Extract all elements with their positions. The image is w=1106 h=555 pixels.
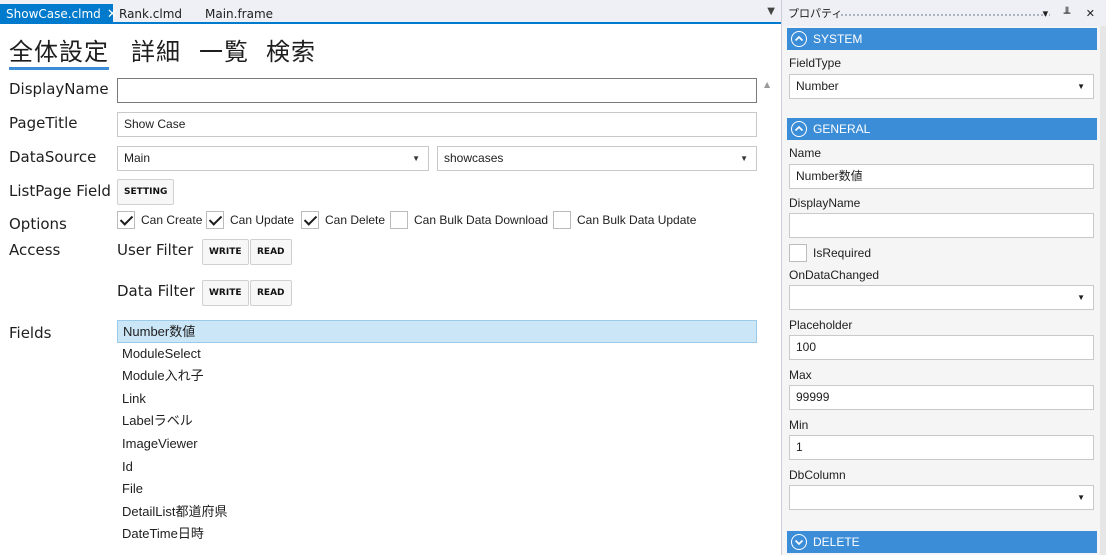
doc-tab-label: ShowCase.clmd xyxy=(6,7,101,21)
checkbox-checked[interactable] xyxy=(117,211,135,229)
min-input[interactable]: 1 xyxy=(789,435,1094,460)
fields-label: Fields xyxy=(9,324,52,342)
checkbox-unchecked[interactable] xyxy=(553,211,571,229)
checkbox-checked[interactable] xyxy=(206,211,224,229)
expand-icon[interactable] xyxy=(791,534,807,550)
properties-header: プロパティ ▾ ╨ ✕ xyxy=(782,4,1106,24)
data-filter-read-button[interactable]: READ xyxy=(250,280,292,306)
list-item[interactable]: ModuleSelect xyxy=(117,343,757,366)
data-source-select[interactable]: Main ▼ xyxy=(117,146,429,171)
min-label: Min xyxy=(789,418,809,432)
max-input[interactable]: 99999 xyxy=(789,385,1094,410)
list-item[interactable]: Id xyxy=(117,456,757,479)
checkbox-label: Can Bulk Data Download xyxy=(414,213,549,227)
collapse-icon[interactable] xyxy=(791,31,807,47)
doc-tab-main-frame[interactable]: Main.frame xyxy=(199,4,273,24)
user-filter-read-button[interactable]: READ xyxy=(250,239,292,265)
chevron-down-icon: ▼ xyxy=(1077,293,1085,302)
data-source-value: Main xyxy=(124,151,151,165)
checkbox-label: Can Update xyxy=(230,213,295,227)
is-required-checkbox[interactable]: IsRequired xyxy=(789,244,871,262)
name-label: Name xyxy=(789,146,822,160)
tab-search[interactable]: 検索 xyxy=(266,32,316,67)
section-delete[interactable]: DELETE xyxy=(787,531,1097,553)
prop-display-name-label: DisplayName xyxy=(789,196,861,210)
section-title: DELETE xyxy=(813,535,860,549)
on-data-changed-select[interactable]: ▼ xyxy=(789,285,1094,310)
list-item[interactable]: Module入れ子 xyxy=(117,365,757,388)
db-column-label: DbColumn xyxy=(789,468,846,482)
editor-pane: ShowCase.clmd ✕ Rank.clmd Main.frame ▼ 全体… xyxy=(0,0,781,555)
checkbox-label: Can Create xyxy=(141,213,203,227)
doc-tab-rank[interactable]: Rank.clmd xyxy=(113,4,182,24)
db-column-select[interactable]: ▼ xyxy=(789,485,1094,510)
data-source-label: DataSource xyxy=(9,148,97,166)
page-title-input[interactable]: Show Case xyxy=(117,112,757,137)
placeholder-label: Placeholder xyxy=(789,318,853,332)
list-item[interactable]: ImageViewer xyxy=(117,433,757,456)
user-filter-write-button[interactable]: WRITE xyxy=(202,239,249,265)
user-filter-label: User Filter xyxy=(117,241,194,259)
prop-display-name-input[interactable] xyxy=(789,213,1094,238)
list-item[interactable]: Number数値 xyxy=(117,320,757,343)
fields-list: Number数値 ModuleSelect Module入れ子 Link Lab… xyxy=(117,320,757,546)
display-name-label: DisplayName xyxy=(9,80,109,98)
drag-grip[interactable] xyxy=(840,13,1050,17)
scrollbar[interactable] xyxy=(1100,26,1106,555)
section-title: SYSTEM xyxy=(813,32,863,46)
can-bulk-update-checkbox[interactable]: Can Bulk Data Update xyxy=(553,210,696,230)
data-source-table-value: showcases xyxy=(444,151,504,165)
listpage-field-label: ListPage Field xyxy=(9,182,111,200)
can-delete-checkbox[interactable]: Can Delete xyxy=(301,210,385,230)
checkbox-checked[interactable] xyxy=(301,211,319,229)
on-data-changed-label: OnDataChanged xyxy=(789,268,880,282)
pane-controls[interactable]: ▾ ╨ ✕ xyxy=(1043,4,1101,24)
display-name-input[interactable] xyxy=(117,78,757,103)
max-label: Max xyxy=(789,368,812,382)
checkbox-label: IsRequired xyxy=(813,246,872,260)
section-general[interactable]: GENERAL xyxy=(787,118,1097,140)
tab-list[interactable]: 一覧 xyxy=(199,32,249,67)
list-item[interactable]: DateTime日時 xyxy=(117,523,757,546)
doc-tab-showcase[interactable]: ShowCase.clmd ✕ xyxy=(0,4,118,24)
document-tab-strip: ShowCase.clmd ✕ Rank.clmd Main.frame ▼ xyxy=(0,0,781,24)
checkbox-unchecked[interactable] xyxy=(789,244,807,262)
section-system[interactable]: SYSTEM xyxy=(787,28,1097,50)
field-type-select[interactable]: Number ▼ xyxy=(789,74,1094,99)
field-type-value: Number xyxy=(796,79,839,93)
checkbox-label: Can Delete xyxy=(325,213,386,227)
setting-button[interactable]: SETTING xyxy=(117,179,175,205)
list-item[interactable]: File xyxy=(117,478,757,501)
tab-detail[interactable]: 詳細 xyxy=(131,32,181,67)
page-title-label: PageTitle xyxy=(9,114,78,132)
properties-title: プロパティ xyxy=(788,7,843,20)
can-update-checkbox[interactable]: Can Update xyxy=(206,210,294,230)
collapse-icon[interactable] xyxy=(791,121,807,137)
field-type-label: FieldType xyxy=(789,56,842,70)
list-item[interactable]: DetailList都道府県 xyxy=(117,501,757,524)
data-source-table-select[interactable]: showcases ▼ xyxy=(437,146,757,171)
doc-tab-label: Main.frame xyxy=(205,7,274,21)
access-label: Access xyxy=(9,241,61,259)
checkbox-label: Can Bulk Data Update xyxy=(577,213,697,227)
scroll-up-icon[interactable]: ▲ xyxy=(764,80,770,89)
checkbox-unchecked[interactable] xyxy=(390,211,408,229)
list-item[interactable]: Labelラベル xyxy=(117,410,757,433)
chevron-down-icon: ▼ xyxy=(1077,82,1085,91)
data-filter-label: Data Filter xyxy=(117,282,195,300)
chevron-down-icon: ▼ xyxy=(740,154,748,163)
placeholder-input[interactable]: 100 xyxy=(789,335,1094,360)
name-input[interactable]: Number数値 xyxy=(789,164,1094,189)
can-bulk-download-checkbox[interactable]: Can Bulk Data Download xyxy=(390,210,548,230)
data-filter-write-button[interactable]: WRITE xyxy=(202,280,249,306)
section-title: GENERAL xyxy=(813,122,871,136)
chevron-down-icon: ▼ xyxy=(412,154,420,163)
tab-menu-icon[interactable]: ▼ xyxy=(767,6,775,17)
tab-general-settings[interactable]: 全体設定 xyxy=(9,32,109,70)
can-create-checkbox[interactable]: Can Create xyxy=(117,210,202,230)
options-label: Options xyxy=(9,215,67,233)
list-item[interactable]: Link xyxy=(117,388,757,411)
chevron-down-icon: ▼ xyxy=(1077,493,1085,502)
doc-tab-label: Rank.clmd xyxy=(119,7,183,21)
